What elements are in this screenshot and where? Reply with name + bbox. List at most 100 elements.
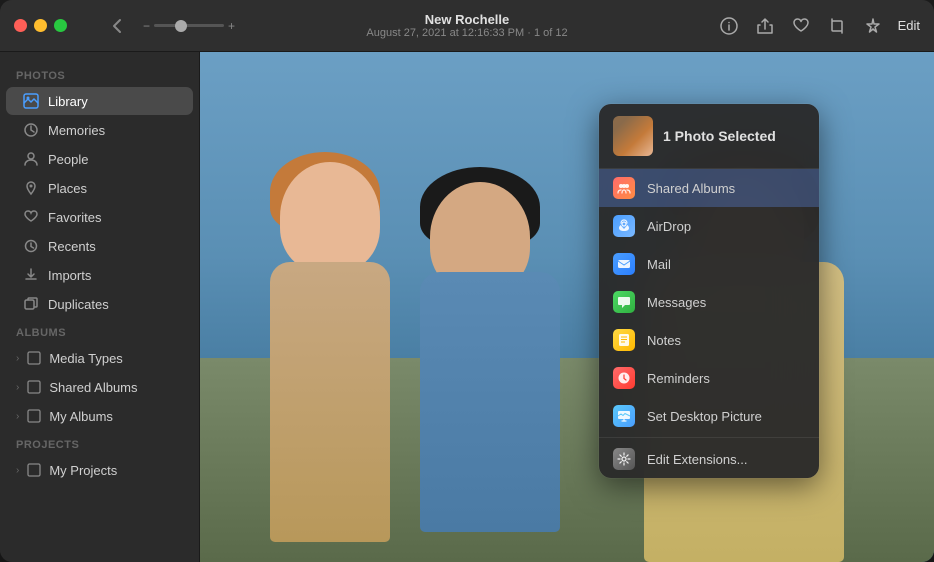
dropdown-item-set-desktop[interactable]: Set Desktop Picture bbox=[599, 397, 819, 435]
recents-icon bbox=[22, 237, 40, 255]
desktop-dropdown-icon bbox=[613, 405, 635, 427]
extensions-dropdown-icon bbox=[613, 448, 635, 470]
maximize-button[interactable] bbox=[54, 19, 67, 32]
sidebar-duplicates-label: Duplicates bbox=[48, 297, 109, 312]
back-button[interactable] bbox=[107, 16, 127, 36]
favorite-button[interactable] bbox=[790, 15, 812, 37]
chevron-my-albums-icon: › bbox=[16, 411, 19, 422]
shared-albums-icon bbox=[25, 378, 43, 396]
person1 bbox=[250, 162, 410, 542]
imports-icon bbox=[22, 266, 40, 284]
chevron-my-projects-icon: › bbox=[16, 465, 19, 476]
sidebar-people-label: People bbox=[48, 152, 88, 167]
notes-item-label: Notes bbox=[647, 333, 681, 348]
sidebar-favorites-label: Favorites bbox=[48, 210, 101, 225]
airdrop-item-label: AirDrop bbox=[647, 219, 691, 234]
mail-item-label: Mail bbox=[647, 257, 671, 272]
dropdown-item-reminders[interactable]: Reminders bbox=[599, 359, 819, 397]
sidebar-item-duplicates[interactable]: Duplicates bbox=[6, 290, 193, 318]
zoom-thumb[interactable] bbox=[175, 20, 187, 32]
person1-body bbox=[270, 262, 390, 542]
sidebar-item-memories[interactable]: Memories bbox=[6, 116, 193, 144]
sidebar: Photos Library M bbox=[0, 52, 200, 562]
library-icon bbox=[22, 92, 40, 110]
dropdown-item-mail[interactable]: Mail bbox=[599, 245, 819, 283]
zoom-plus-icon[interactable]: + bbox=[228, 19, 235, 33]
sidebar-item-places[interactable]: Places bbox=[6, 174, 193, 202]
my-albums-icon bbox=[25, 407, 43, 425]
places-icon bbox=[22, 179, 40, 197]
dropdown-header-title: 1 Photo Selected bbox=[663, 128, 776, 144]
my-projects-icon bbox=[25, 461, 43, 479]
edit-extensions-item-label: Edit Extensions... bbox=[647, 452, 747, 467]
zoom-track[interactable] bbox=[154, 24, 224, 27]
titlebar-actions: Edit bbox=[718, 15, 920, 37]
sidebar-item-my-projects[interactable]: › My Projects bbox=[6, 456, 193, 484]
reminders-item-label: Reminders bbox=[647, 371, 710, 386]
sidebar-recents-label: Recents bbox=[48, 239, 96, 254]
person1-head bbox=[280, 162, 380, 272]
notes-dropdown-icon bbox=[613, 329, 635, 351]
sidebar-shared-albums-label: Shared Albums bbox=[49, 380, 137, 395]
dropdown-thumbnail bbox=[613, 116, 653, 156]
titlebar-center: New Rochelle August 27, 2021 at 12:16:33… bbox=[366, 12, 567, 39]
titlebar: − + New Rochelle August 27, 2021 at 12:1… bbox=[0, 0, 934, 52]
dropdown-item-shared-albums[interactable]: Shared Albums bbox=[599, 169, 819, 207]
sidebar-item-imports[interactable]: Imports bbox=[6, 261, 193, 289]
thumbnail-image bbox=[613, 116, 653, 156]
sidebar-item-my-albums[interactable]: › My Albums bbox=[6, 402, 193, 430]
dropdown-item-edit-extensions[interactable]: Edit Extensions... bbox=[599, 440, 819, 478]
sidebar-my-projects-label: My Projects bbox=[49, 463, 117, 478]
photos-section-label: Photos bbox=[0, 62, 199, 86]
dropdown-divider bbox=[599, 437, 819, 438]
sidebar-my-albums-label: My Albums bbox=[49, 409, 113, 424]
mail-dropdown-icon bbox=[613, 253, 635, 275]
airdrop-dropdown-icon bbox=[613, 215, 635, 237]
photo-scene bbox=[200, 52, 934, 562]
albums-section-label: Albums bbox=[0, 319, 199, 343]
sidebar-item-people[interactable]: People bbox=[6, 145, 193, 173]
shared-albums-item-label: Shared Albums bbox=[647, 181, 735, 196]
sidebar-media-types-label: Media Types bbox=[49, 351, 122, 366]
nav-controls: − + bbox=[107, 16, 235, 36]
memories-icon bbox=[22, 121, 40, 139]
close-button[interactable] bbox=[14, 19, 27, 32]
photo-title: New Rochelle bbox=[425, 12, 510, 27]
traffic-lights bbox=[14, 19, 67, 32]
enhance-button[interactable] bbox=[862, 15, 884, 37]
shared-albums-dropdown-icon bbox=[613, 177, 635, 199]
zoom-slider: − + bbox=[143, 19, 235, 33]
people-icon bbox=[22, 150, 40, 168]
dropdown-item-notes[interactable]: Notes bbox=[599, 321, 819, 359]
reminders-dropdown-icon bbox=[613, 367, 635, 389]
zoom-minus-icon[interactable]: − bbox=[143, 19, 150, 33]
app-window: − + New Rochelle August 27, 2021 at 12:1… bbox=[0, 0, 934, 562]
chevron-shared-albums-icon: › bbox=[16, 382, 19, 393]
media-types-icon bbox=[25, 349, 43, 367]
crop-button[interactable] bbox=[826, 15, 848, 37]
edit-button[interactable]: Edit bbox=[898, 18, 920, 33]
minimize-button[interactable] bbox=[34, 19, 47, 32]
sidebar-item-shared-albums[interactable]: › Shared Albums bbox=[6, 373, 193, 401]
favorites-icon bbox=[22, 208, 40, 226]
messages-dropdown-icon bbox=[613, 291, 635, 313]
person2 bbox=[400, 172, 580, 532]
messages-item-label: Messages bbox=[647, 295, 706, 310]
dropdown-item-messages[interactable]: Messages bbox=[599, 283, 819, 321]
duplicates-icon bbox=[22, 295, 40, 313]
info-button[interactable] bbox=[718, 15, 740, 37]
photo-subtitle: August 27, 2021 at 12:16:33 PM · 1 of 12 bbox=[366, 27, 567, 39]
dropdown-item-airdrop[interactable]: AirDrop bbox=[599, 207, 819, 245]
sidebar-imports-label: Imports bbox=[48, 268, 91, 283]
sidebar-item-media-types[interactable]: › Media Types bbox=[6, 344, 193, 372]
share-button[interactable] bbox=[754, 15, 776, 37]
sidebar-item-library[interactable]: Library bbox=[6, 87, 193, 115]
sidebar-item-favorites[interactable]: Favorites bbox=[6, 203, 193, 231]
main-content: Photos Library M bbox=[0, 52, 934, 562]
sidebar-item-recents[interactable]: Recents bbox=[6, 232, 193, 260]
set-desktop-item-label: Set Desktop Picture bbox=[647, 409, 762, 424]
person2-body bbox=[420, 272, 560, 532]
sidebar-places-label: Places bbox=[48, 181, 87, 196]
sidebar-memories-label: Memories bbox=[48, 123, 105, 138]
sidebar-library-label: Library bbox=[48, 94, 88, 109]
